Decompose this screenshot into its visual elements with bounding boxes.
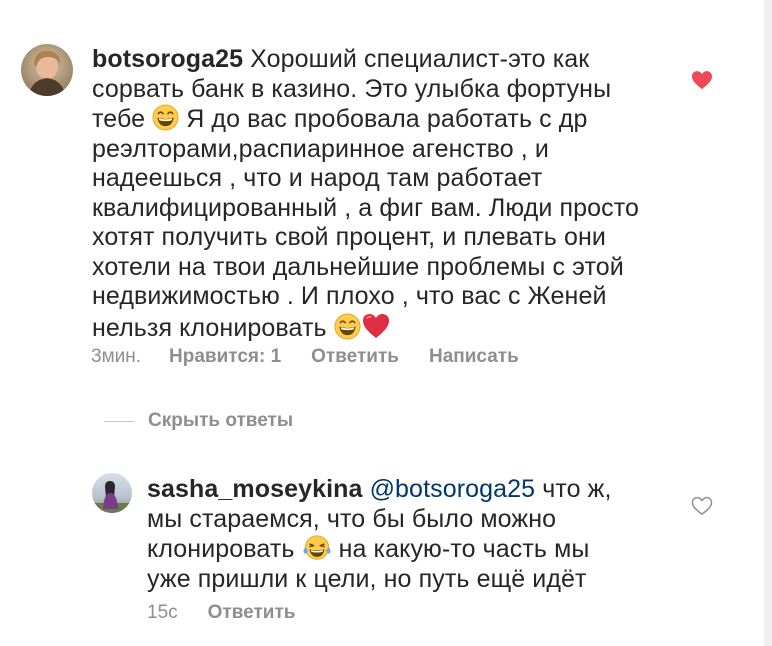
comment-text: botsoroga25 Хороший специалист-это как с… (92, 45, 692, 343)
reply-text-segment: клонировать (147, 535, 295, 563)
comment-text-segment: хотят получить свой процент, и плевать о… (92, 223, 606, 251)
grinning-face-emoji-icon (152, 104, 179, 131)
comment-text-segment: надеешься , что и народ там работает (92, 164, 543, 192)
comment-text-segment: квалифицированный , а фиг вам. Люди прос… (92, 193, 639, 222)
hide-replies-label: Скрыть ответы (148, 410, 294, 431)
comment-line-8: хотели на твои дальнейшие проблемы с это… (92, 253, 692, 283)
comment-text-segment: Хороший специалист-это как (243, 45, 590, 73)
comment-line-10: нельзя клонировать (92, 312, 692, 344)
window-edge (764, 0, 772, 646)
comment-line-3: тебе Я до вас пробовала работать с др (92, 104, 692, 135)
reply-line-1: sasha_moseykina @botsoroga25 что ж, (147, 475, 687, 505)
comment-text-segment: Я до вас пробовала работать с др (179, 105, 588, 133)
comment-line-7: хотят получить свой процент, и плевать о… (92, 223, 692, 253)
hide-replies-divider (104, 420, 134, 422)
reply-mention-link[interactable]: @botsoroga25 (370, 475, 536, 503)
comment-message-button[interactable]: Написать (429, 346, 519, 368)
comment-line-5: надеешься , что и народ там работает (92, 164, 692, 194)
comment-like-button[interactable] (691, 70, 713, 90)
comment-line-9: недвижимостью . И плохо , что вас с Жене… (92, 282, 692, 312)
comment-text-segment: хотели на твои дальнейшие проблемы с это… (92, 252, 624, 281)
reply-avatar[interactable] (92, 473, 132, 513)
reply-reply-button[interactable]: Ответить (208, 602, 296, 624)
reply-text-segment: мы стараемся, что бы было можно (147, 504, 557, 533)
comment-text-segment: реэлторами,распиаринное агенство , и (92, 134, 549, 163)
heart-outline-icon (691, 496, 713, 515)
comment-line-2: сорвать банк в казино. Это улыбка фортун… (92, 75, 692, 105)
comment-line-4: реэлторами,распиаринное агенство , и (92, 135, 692, 165)
comment-text-segment: нельзя клонировать (92, 313, 327, 342)
comment-text-segment: недвижимостью . И плохо , что вас с Жене… (92, 282, 607, 310)
comment-username[interactable]: botsoroga25 (92, 45, 243, 73)
hide-replies-button[interactable]: Скрыть ответы (104, 410, 293, 432)
comment-reply-button[interactable]: Ответить (311, 346, 399, 368)
reply-line-3: клонировать на какую-то часть мы (147, 534, 687, 565)
reply-username[interactable]: sasha_moseykina (147, 475, 363, 503)
commenter-avatar[interactable] (21, 44, 73, 96)
reply-like-button[interactable] (691, 496, 713, 516)
comment-likes-count-link[interactable]: Нравится: 1 (169, 346, 281, 368)
instagram-comments-page: botsoroga25 Хороший специалист-это как с… (0, 0, 772, 646)
comment-text-segment: тебе (92, 105, 146, 133)
comment-line-6: квалифицированный , а фиг вам. Люди прос… (92, 194, 692, 224)
comment-line-1: botsoroga25 Хороший специалист-это как (92, 45, 692, 75)
reply-line-2: мы стараемся, что бы было можно (147, 505, 687, 535)
red-heart-emoji-icon (361, 312, 391, 340)
heart-filled-icon (692, 71, 712, 90)
comment-text-segment: сорвать банк в казино. Это улыбка фортун… (92, 74, 612, 103)
reply-timestamp: 15с (147, 602, 178, 623)
grinning-face-emoji-icon (334, 312, 361, 340)
reply-text-segment: что ж, (535, 475, 612, 503)
reply-text: sasha_moseykina @botsoroga25 что ж, мы с… (147, 475, 687, 594)
reply-text-segment: уже пришли к цели, но путь ещё идёт (147, 564, 587, 593)
reply-text-segment: на какую-то часть мы (331, 535, 590, 563)
reply-line-4: уже пришли к цели, но путь ещё идёт (147, 565, 687, 595)
comment-meta-row: 3мин. Нравится: 1 Ответить Написать (91, 346, 519, 368)
tears-of-joy-emoji-icon (302, 534, 332, 561)
reply-meta-row: 15с Ответить (147, 602, 295, 624)
comment-timestamp: 3мин. (91, 346, 142, 367)
